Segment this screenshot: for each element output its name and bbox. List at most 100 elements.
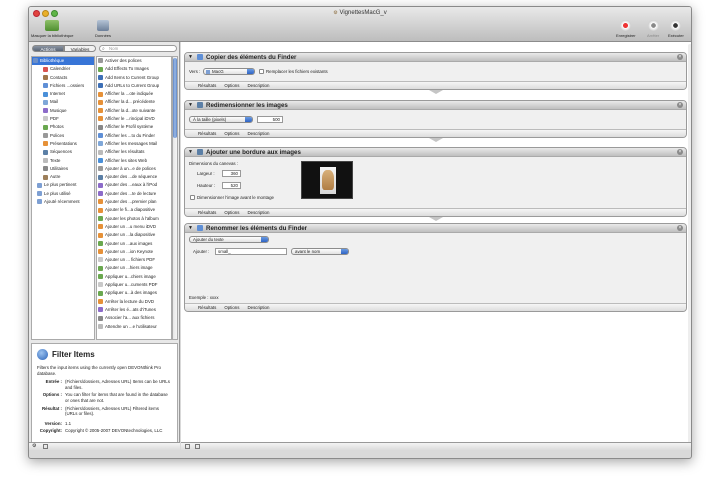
action-item-25[interactable]: Ajouter un ...hiers image (97, 264, 171, 272)
description-toggle[interactable]: Description (247, 209, 269, 216)
record-button[interactable]: Enregistrer (616, 20, 636, 38)
results-toggle[interactable]: Résultats (198, 130, 216, 137)
library-item-4[interactable]: Internet (32, 90, 94, 98)
action-item-8[interactable]: Afficher le Profil système (97, 123, 171, 131)
action-item-1[interactable]: Add Effects To Images (97, 65, 171, 73)
action-item-10[interactable]: Afficher les messages Mail (97, 140, 171, 148)
library-item-5[interactable]: Mail (32, 98, 94, 106)
disclosure-triangle-icon[interactable]: ▼ (188, 149, 193, 155)
library-item-10[interactable]: Présentations (32, 140, 94, 148)
size-field[interactable]: 500 (257, 116, 283, 123)
action-item-12[interactable]: Afficher les sites Web (97, 157, 171, 165)
action-item-28[interactable]: Appliquer u...à des images (97, 289, 171, 297)
action-item-15[interactable]: Ajouter des ...eaux à l'iPod (97, 181, 171, 189)
action-item-30[interactable]: Arrêter les é...ats d'iTunes (97, 306, 171, 314)
options-toggle[interactable]: Options (224, 304, 239, 311)
description-toggle[interactable]: Description (247, 304, 269, 311)
data-button[interactable]: Données (95, 20, 111, 38)
action-item-24[interactable]: Ajouter un ... fichiers PDF (97, 256, 171, 264)
scale-before-checkbox[interactable] (190, 195, 195, 200)
library-item-3[interactable]: Fichiers ...ossiers (32, 82, 94, 90)
action-item-27[interactable]: Appliquer u...cuments PDF (97, 281, 171, 289)
action-item-4[interactable]: Afficher la ...ote indiquée (97, 90, 171, 98)
resize-mode-popup[interactable]: À la taille (pixels) (189, 116, 253, 123)
results-toggle[interactable]: Résultats (198, 304, 216, 311)
action-item-21[interactable]: Ajouter un ...la diapositive (97, 231, 171, 239)
action-item-26[interactable]: Appliquer u...chiers image (97, 273, 171, 281)
action-add-border[interactable]: ▼ Ajouter une bordure aux images × Dimen… (184, 147, 687, 217)
tab-variables[interactable]: Variables (64, 45, 96, 52)
scrollbar-thumb[interactable] (173, 58, 177, 138)
close-action-icon[interactable]: × (677, 225, 683, 231)
action-item-29[interactable]: Arrêter la lecture du DVD (97, 298, 171, 306)
action-item-18[interactable]: Ajouter le fi...a diapositive (97, 206, 171, 214)
action-item-19[interactable]: Ajouter les photos à l'album (97, 215, 171, 223)
library-item-17[interactable]: Ajouté récemment (32, 198, 94, 206)
disclosure-triangle-icon[interactable]: ▼ (188, 225, 193, 231)
library-item-2[interactable]: Contacts (32, 74, 94, 82)
action-item-13[interactable]: Ajouter à un...e de polices (97, 165, 171, 173)
variables-view-icon[interactable] (195, 444, 200, 449)
action-item-14[interactable]: Ajouter des ...de séquence (97, 173, 171, 181)
action-list[interactable]: Activer des polices Add Effects To Images… (96, 56, 172, 340)
library-item-14[interactable]: Autre (32, 173, 94, 181)
action-item-22[interactable]: Ajouter un ...aux images (97, 240, 171, 248)
tab-actions[interactable]: Actions (32, 45, 64, 52)
close-action-icon[interactable]: × (677, 149, 683, 155)
log-view-icon[interactable] (185, 444, 190, 449)
action-item-7[interactable]: Afficher le ...rincipal iDVD (97, 115, 171, 123)
gear-icon[interactable]: ⚙ (32, 443, 36, 449)
close-action-icon[interactable]: × (677, 102, 683, 108)
run-button[interactable]: Exécuter (668, 20, 684, 38)
action-resize-images[interactable]: ▼ Redimensionner les images × À la taill… (184, 100, 687, 138)
action-item-5[interactable]: Afficher la d... précédente (97, 98, 171, 106)
library-item-7[interactable]: PDF (32, 115, 94, 123)
action-item-9[interactable]: Afficher les ...to du Finder (97, 132, 171, 140)
action-item-32[interactable]: Attendre un ...e l'utilisateur (97, 323, 171, 331)
add-text-field[interactable]: small_ (215, 248, 287, 255)
workflow-scrollbar[interactable] (688, 44, 691, 446)
library-item-8[interactable]: Photos (32, 123, 94, 131)
library-item-13[interactable]: Utilitaires (32, 165, 94, 173)
disclosure-triangle-icon[interactable]: ▼ (188, 102, 193, 108)
rename-mode-popup[interactable]: Ajouter du texte (189, 236, 269, 243)
action-rename-items[interactable]: ▼ Renommer les éléments du Finder × Ajou… (184, 223, 687, 312)
action-list-scrollbar[interactable] (172, 56, 178, 340)
action-item-0[interactable]: Activer des polices (97, 57, 171, 65)
search-input[interactable]: ⌕ Nom (99, 45, 177, 52)
options-toggle[interactable]: Options (224, 130, 239, 137)
library-item-11[interactable]: Séquences (32, 148, 94, 156)
library-item-9[interactable]: Polices (32, 132, 94, 140)
action-item-17[interactable]: Ajouter des ...premier plan (97, 198, 171, 206)
results-toggle[interactable]: Résultats (198, 209, 216, 216)
action-item-11[interactable]: Afficher les résultats (97, 148, 171, 156)
stop-button[interactable]: Arrêter (647, 20, 659, 38)
text-position-popup[interactable]: avant le nom (291, 248, 349, 255)
action-item-23[interactable]: Ajouter un ...ion Keynote (97, 248, 171, 256)
replace-files-checkbox[interactable] (259, 69, 264, 74)
height-field[interactable]: 520 (222, 182, 241, 189)
options-toggle[interactable]: Options (224, 209, 239, 216)
width-field[interactable]: 360 (222, 170, 241, 177)
action-copy-finder-items[interactable]: ▼ Copier des éléments du Finder × Vers :… (184, 52, 687, 90)
hide-library-button[interactable]: Masquer la bibliothèque (31, 20, 73, 38)
library-item-1[interactable]: Calendrier (32, 65, 94, 73)
action-item-20[interactable]: Ajouter un ...u menu iDVD (97, 223, 171, 231)
disclosure-triangle-icon[interactable]: ▼ (188, 54, 193, 60)
options-toggle[interactable]: Options (224, 82, 239, 89)
library-item-16[interactable]: Le plus utilisé (32, 190, 94, 198)
description-toggle[interactable]: Description (247, 130, 269, 137)
destination-popup[interactable]: MacG (203, 68, 255, 75)
description-toggle-icon[interactable] (43, 444, 48, 449)
results-toggle[interactable]: Résultats (198, 82, 216, 89)
description-toggle[interactable]: Description (247, 82, 269, 89)
close-action-icon[interactable]: × (677, 54, 683, 60)
action-item-3[interactable]: Add URLs to Current Group (97, 82, 171, 90)
library-list[interactable]: Bibliothèque Calendrier Contacts Fichiers .… (31, 56, 95, 340)
library-item-12[interactable]: Texte (32, 157, 94, 165)
action-item-31[interactable]: Associer l'a... aux fichiers (97, 314, 171, 322)
action-item-2[interactable]: Add Items to Current Group (97, 74, 171, 82)
library-item-0[interactable]: Bibliothèque (32, 57, 94, 66)
action-item-6[interactable]: Afficher la d...ote suivante (97, 107, 171, 115)
action-item-16[interactable]: Ajouter des ...te de lecture (97, 190, 171, 198)
